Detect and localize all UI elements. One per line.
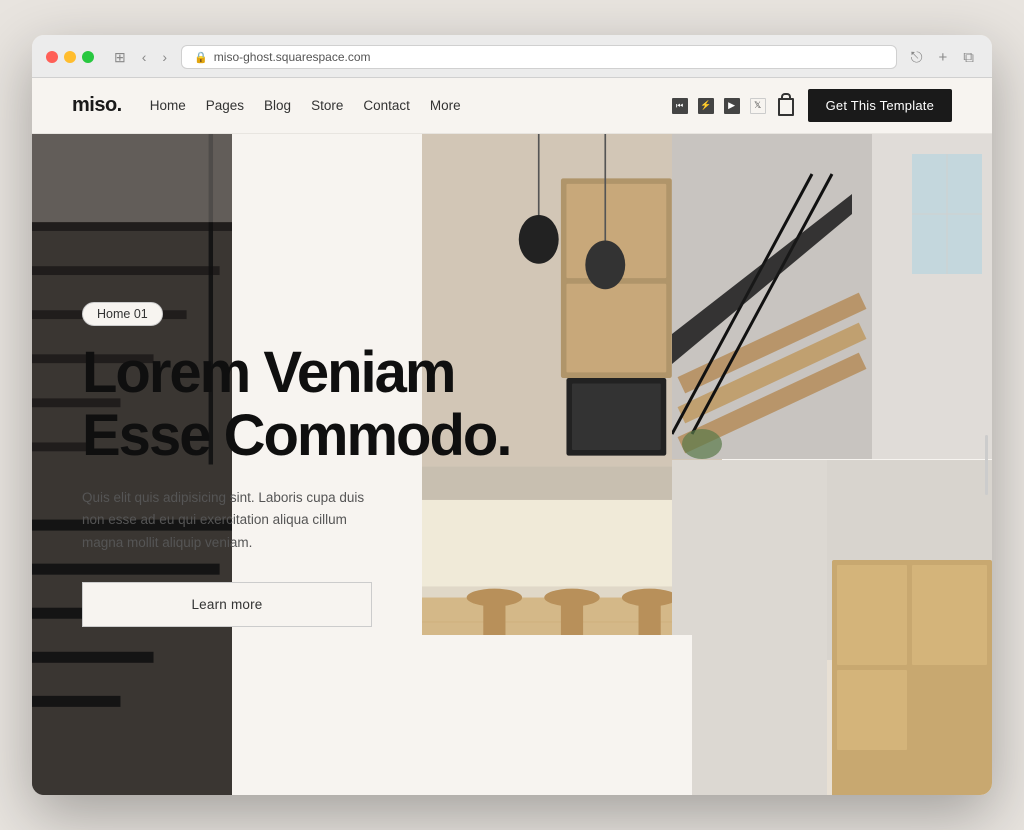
address-bar[interactable]: 🔒 miso-ghost.squarespace.com xyxy=(181,45,897,69)
nav-menu: Home Pages Blog Store Contact xyxy=(150,97,461,115)
share-button[interactable]: ⎋ xyxy=(907,47,927,68)
hero-title-line1: Lorem Veniam xyxy=(82,340,454,405)
nav-social-icons: ⏮ ⚡ ▶ 𝕏 xyxy=(672,97,794,115)
hero-title: Lorem Veniam Esse Commodo. xyxy=(82,342,552,467)
browser-controls: ⊞ ‹ › xyxy=(110,47,171,68)
bag-icon[interactable] xyxy=(778,98,794,116)
nav-link-contact[interactable]: Contact xyxy=(363,98,410,113)
lock-icon: 🔒 xyxy=(194,51,208,64)
hero-content: Home 01 Lorem Veniam Esse Commodo. Quis … xyxy=(32,134,592,795)
window-icon[interactable]: ⊞ xyxy=(110,47,130,68)
nav-item-home[interactable]: Home xyxy=(150,97,186,115)
new-tab-button[interactable]: + xyxy=(935,47,952,68)
browser-window: ⊞ ‹ › 🔒 miso-ghost.squarespace.com ⎋ + ⧉… xyxy=(32,35,992,795)
nav-item-store[interactable]: Store xyxy=(311,97,343,115)
browser-actions: ⎋ + ⧉ xyxy=(907,47,978,68)
nav-item-more[interactable]: More xyxy=(430,97,461,115)
url-text: miso-ghost.squarespace.com xyxy=(214,50,371,64)
browser-chrome: ⊞ ‹ › 🔒 miso-ghost.squarespace.com ⎋ + ⧉ xyxy=(32,35,992,78)
nav-item-blog[interactable]: Blog xyxy=(264,97,291,115)
back-button[interactable]: ‹ xyxy=(138,47,151,67)
nav-link-blog[interactable]: Blog xyxy=(264,98,291,113)
flash-icon[interactable]: ⚡ xyxy=(698,98,714,114)
traffic-lights xyxy=(46,51,94,63)
youtube-icon[interactable]: ▶ xyxy=(724,98,740,114)
website-content: miso. Home Pages Blog Store Cont xyxy=(32,78,992,795)
nav-link-pages[interactable]: Pages xyxy=(206,98,244,113)
right-stairs-svg xyxy=(672,134,992,459)
lastfm-icon[interactable]: ⏮ xyxy=(672,98,688,114)
site-logo[interactable]: miso. xyxy=(72,94,122,117)
hero-section: Home 01 Lorem Veniam Esse Commodo. Quis … xyxy=(32,134,992,795)
nav-link-home[interactable]: Home xyxy=(150,98,186,113)
hero-title-line2: Esse Commodo. xyxy=(82,403,510,468)
close-button[interactable] xyxy=(46,51,58,63)
nav-link-more[interactable]: More xyxy=(430,98,461,113)
maximize-button[interactable] xyxy=(82,51,94,63)
hero-description: Quis elit quis adipisicing sint. Laboris… xyxy=(82,487,372,554)
duplicate-button[interactable]: ⧉ xyxy=(959,47,978,68)
minimize-button[interactable] xyxy=(64,51,76,63)
nav-item-contact[interactable]: Contact xyxy=(363,97,410,115)
twitter-icon[interactable]: 𝕏 xyxy=(750,98,766,114)
nav-item-pages[interactable]: Pages xyxy=(206,97,244,115)
bathroom-svg xyxy=(672,460,992,795)
learn-more-button[interactable]: Learn more xyxy=(82,582,372,627)
hero-image-right-stairs-top xyxy=(672,134,992,459)
hero-image-right-bathroom xyxy=(672,460,992,795)
nav-left: miso. Home Pages Blog Store Cont xyxy=(72,94,461,117)
get-template-button[interactable]: Get This Template xyxy=(808,89,952,122)
nav-link-store[interactable]: Store xyxy=(311,98,343,113)
scrollbar-hint xyxy=(985,435,988,495)
forward-button[interactable]: › xyxy=(158,47,171,67)
nav-right: ⏮ ⚡ ▶ 𝕏 Get This Template xyxy=(672,89,952,122)
navigation: miso. Home Pages Blog Store Cont xyxy=(32,78,992,134)
hero-badge: Home 01 xyxy=(82,302,163,326)
